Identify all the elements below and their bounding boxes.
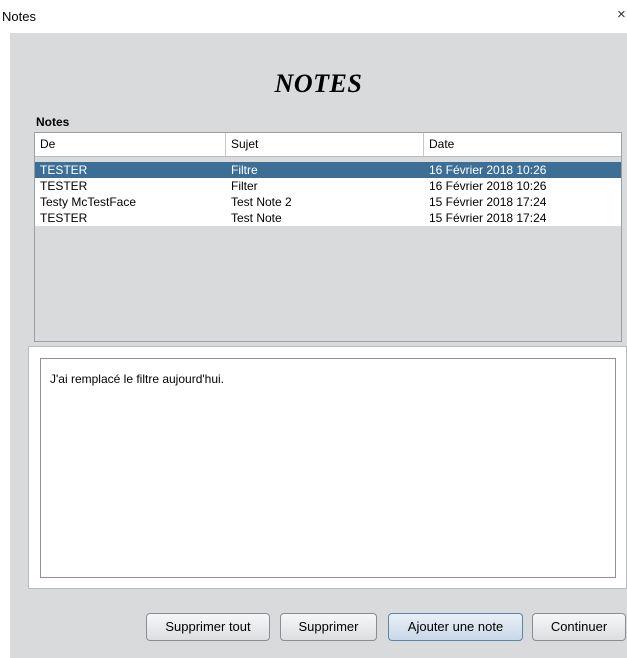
content-panel: NOTES Notes De Sujet Date TESTER Filtre … [10,33,627,658]
continue-button[interactable]: Continuer [532,613,626,641]
cell-date: 16 Février 2018 10:26 [429,179,547,193]
cell-sujet: Test Note 2 [231,195,292,209]
delete-button[interactable]: Supprimer [280,613,377,641]
window-title: Notes [2,9,36,24]
cell-date: 16 Février 2018 10:26 [429,163,547,177]
add-note-button[interactable]: Ajouter une note [388,613,523,641]
table-row[interactable]: TESTER Filtre 16 Février 2018 10:26 [35,162,621,178]
cell-date: 15 Février 2018 17:24 [429,195,547,209]
close-icon[interactable]: × [617,6,627,24]
notes-table: De Sujet Date TESTER Filtre 16 Février 2… [34,132,622,342]
page-title: NOTES [274,69,363,98]
column-header-de[interactable]: De [35,133,226,156]
table-row[interactable]: Testy McTestFace Test Note 2 15 Février … [35,194,621,210]
notes-section-label: Notes [36,115,70,129]
cell-de: TESTER [40,211,88,225]
column-header-sujet[interactable]: Sujet [226,133,424,156]
cell-date: 15 Février 2018 17:24 [429,211,547,225]
cell-de: TESTER [40,163,88,177]
note-text-area[interactable]: J'ai remplacé le filtre aujourd'hui. [40,358,616,578]
cell-sujet: Filtre [231,163,258,177]
table-header: De Sujet Date [35,133,621,157]
title-bar: Notes × [0,0,627,33]
delete-all-button[interactable]: Supprimer tout [146,613,270,641]
note-body-text: J'ai remplacé le filtre aujourd'hui. [50,372,224,386]
cell-sujet: Filter [231,179,258,193]
cell-sujet: Test Note [231,211,282,225]
column-header-date[interactable]: Date [424,133,621,156]
note-detail-panel: J'ai remplacé le filtre aujourd'hui. [28,346,627,589]
table-row[interactable]: TESTER Filter 16 Février 2018 10:26 [35,178,621,194]
table-row[interactable]: TESTER Test Note 15 Février 2018 17:24 [35,210,621,226]
cell-de: Testy McTestFace [40,195,137,209]
cell-de: TESTER [40,179,88,193]
table-rows: TESTER Filtre 16 Février 2018 10:26 TEST… [35,162,621,226]
notes-window: Notes × NOTES Notes De Sujet Date TESTER… [0,0,627,658]
